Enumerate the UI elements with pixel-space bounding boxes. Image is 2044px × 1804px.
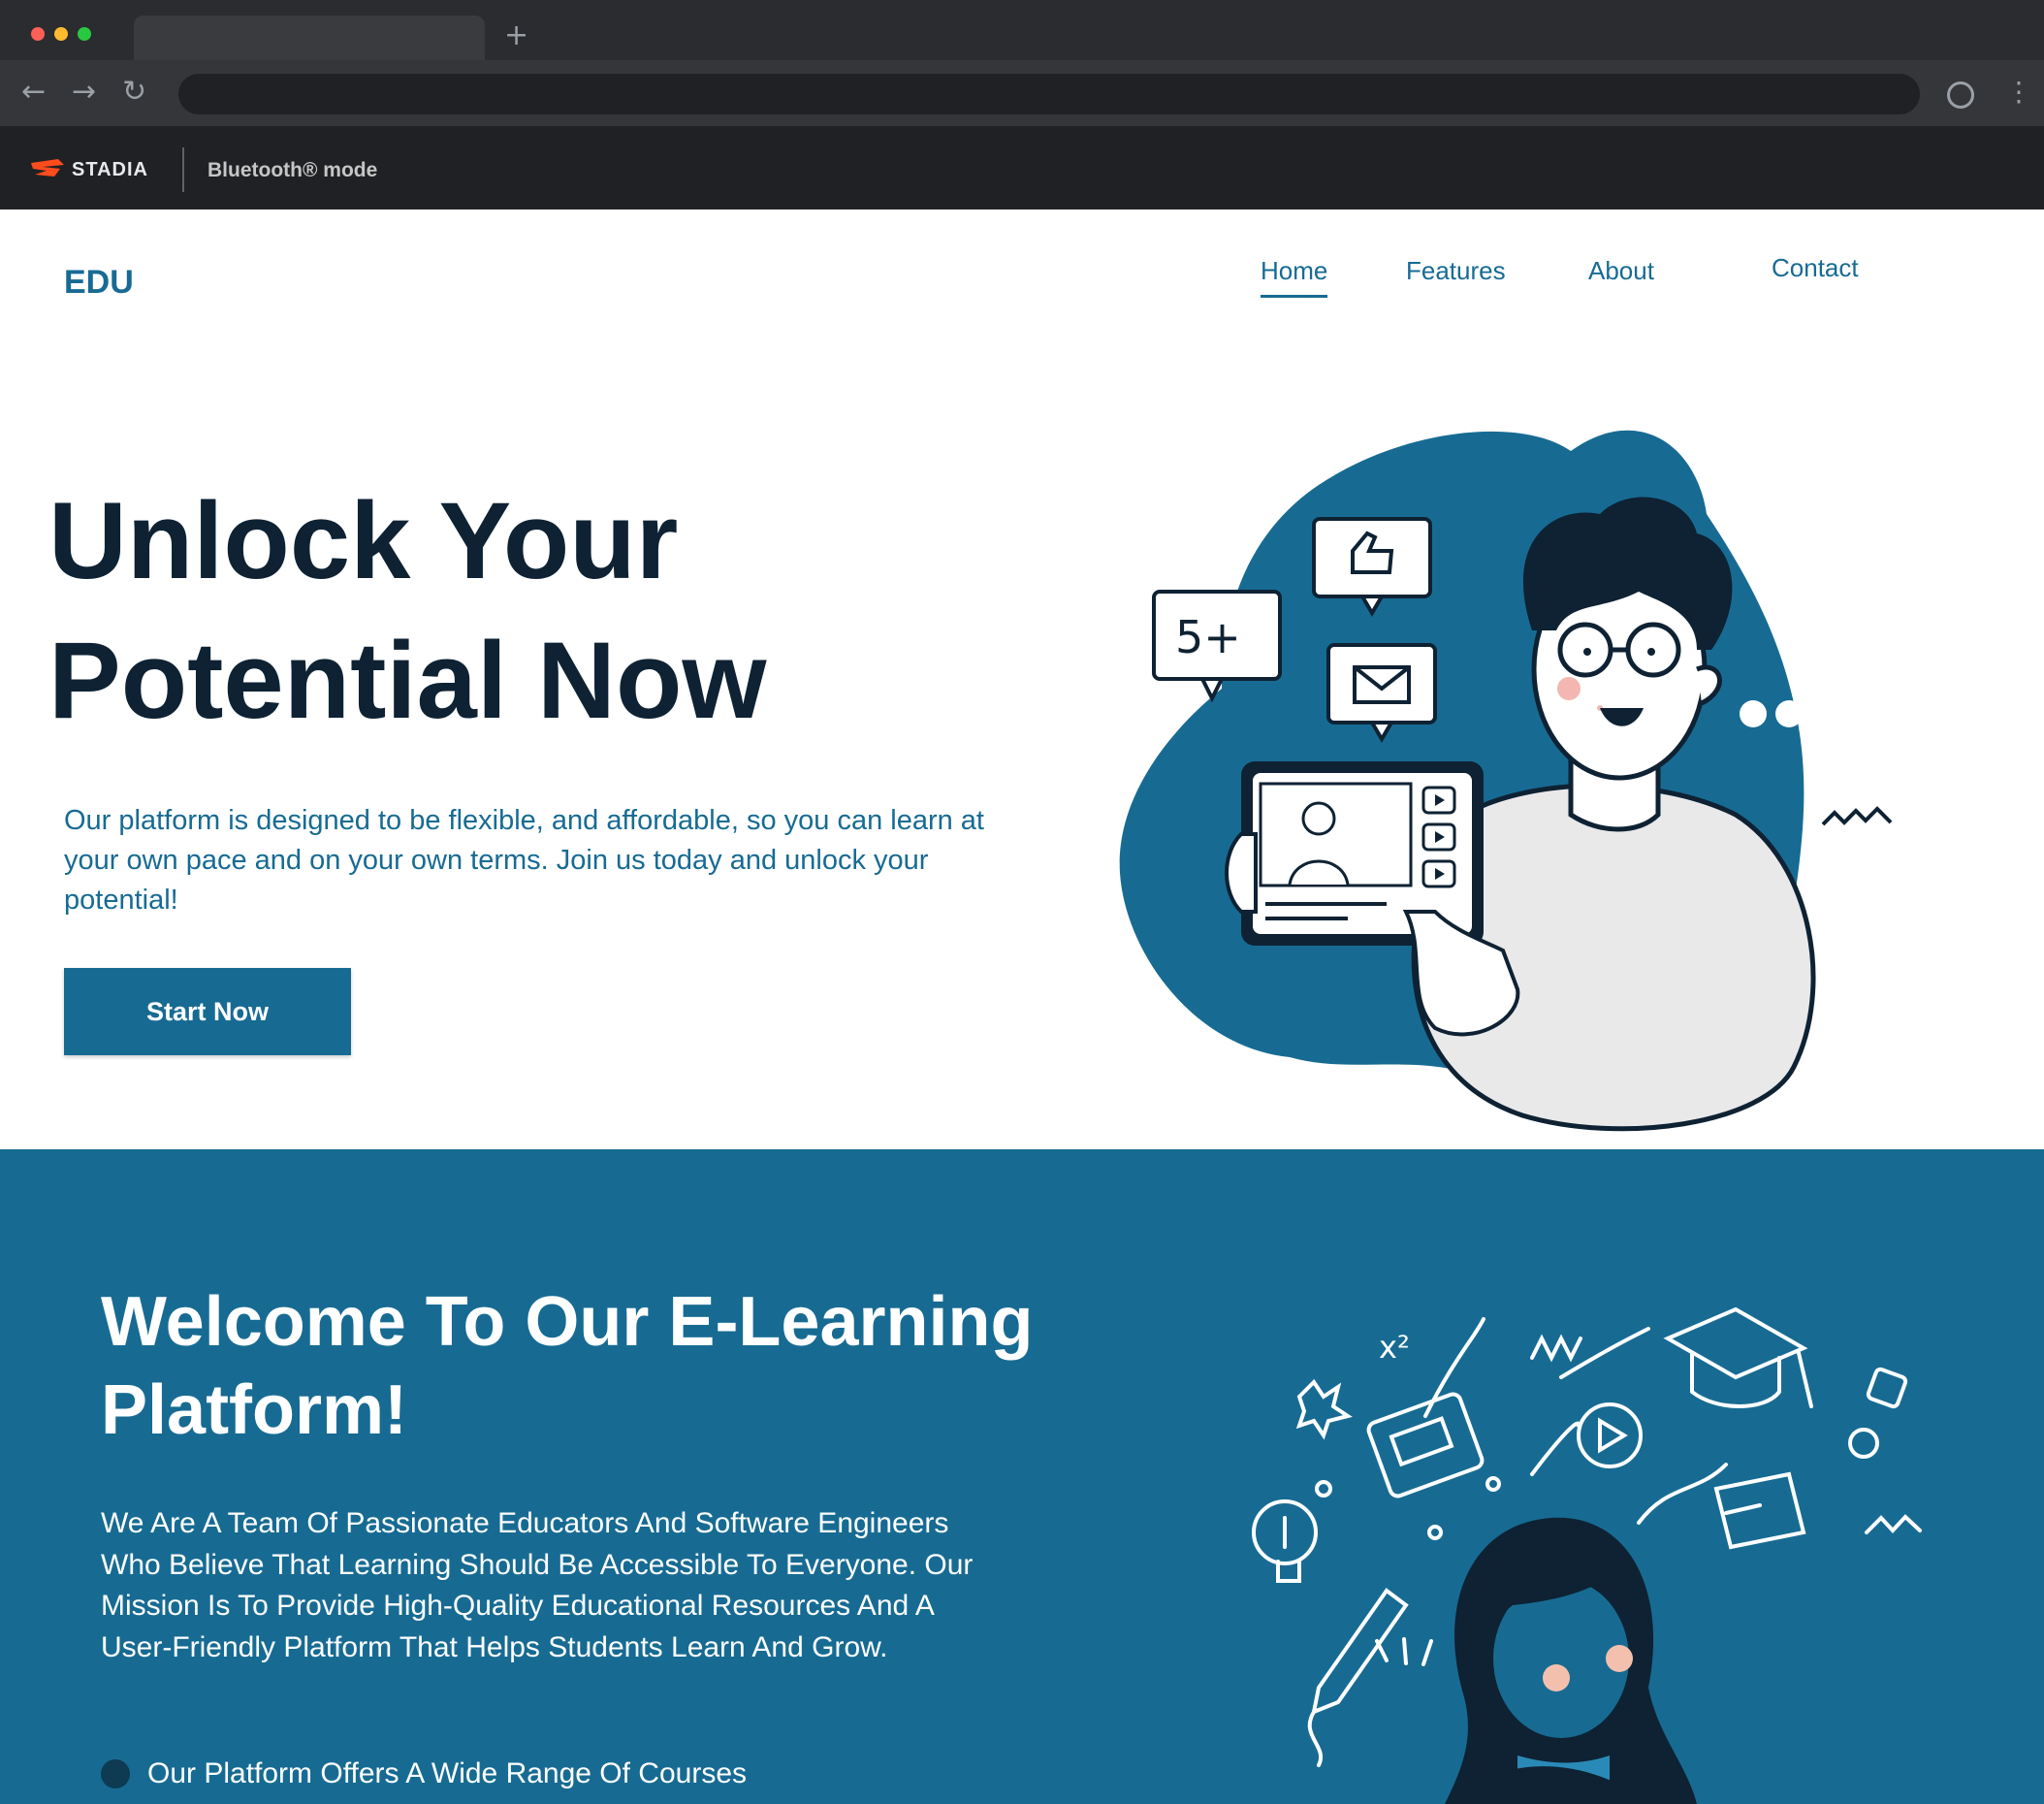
tablet-icon: [1241, 761, 1484, 946]
browser-chrome: + ← → ↻ ⋮ STADIA Bluetooth® mode: [0, 0, 2044, 209]
pencil-icon: [1307, 1588, 1409, 1767]
calendar-icon: [1366, 1392, 1485, 1498]
play-icon: [1530, 1402, 1643, 1476]
list-item: Our Platform Offers A Wide Range Of Cour…: [101, 1757, 747, 1790]
bookmark-divider: [182, 147, 184, 192]
student-girl: [1445, 1517, 1697, 1804]
rating-badge-text: 5+: [1175, 611, 1241, 663]
bookmark-bluetooth-mode[interactable]: Bluetooth® mode: [208, 159, 377, 182]
hero-illustration: 5+: [1119, 430, 1893, 1132]
welcome-title: Welcome To Our E-Learning Platform!: [101, 1283, 1034, 1449]
hero-description: Our platform is designed to be flexible,…: [64, 805, 984, 916]
hero-title: Unlock Your Potential Now: [48, 480, 767, 741]
nav-features[interactable]: Features: [1406, 256, 1506, 286]
bullet-icon: [101, 1759, 130, 1788]
bullet-text: Our Platform Offers A Wide Range Of Cour…: [147, 1757, 748, 1789]
folder-icon: [1713, 1471, 1806, 1550]
brand-logo[interactable]: EDU: [64, 264, 134, 302]
start-now-button[interactable]: Start Now: [64, 968, 351, 1055]
bookmark-stadia[interactable]: STADIA: [72, 159, 148, 181]
minimize-window-button[interactable]: [54, 27, 68, 41]
stadia-logo-icon[interactable]: [29, 157, 68, 178]
lightbulb-icon: [1252, 1499, 1318, 1583]
close-window-button[interactable]: [31, 27, 45, 41]
address-bar[interactable]: [178, 74, 1920, 114]
profile-icon[interactable]: [1947, 81, 1974, 109]
welcome-illustration: x²: [1252, 1306, 1922, 1804]
browser-tab[interactable]: [134, 16, 485, 60]
nav-about[interactable]: About: [1588, 256, 1654, 286]
nav-home[interactable]: Home: [1261, 256, 1328, 298]
forward-button[interactable]: →: [72, 76, 96, 109]
nav-contact[interactable]: Contact: [1772, 253, 1859, 283]
menu-button[interactable]: ⋮: [2005, 78, 2032, 107]
maximize-window-button[interactable]: [78, 27, 91, 41]
welcome-description: We Are A Team Of Passionate Educators An…: [101, 1507, 974, 1663]
new-tab-button[interactable]: +: [504, 21, 528, 50]
graduation-cap-icon: [1663, 1306, 1813, 1408]
back-button[interactable]: ←: [21, 76, 46, 109]
formula-text: x²: [1379, 1329, 1410, 1366]
reload-button[interactable]: ↻: [122, 76, 146, 109]
